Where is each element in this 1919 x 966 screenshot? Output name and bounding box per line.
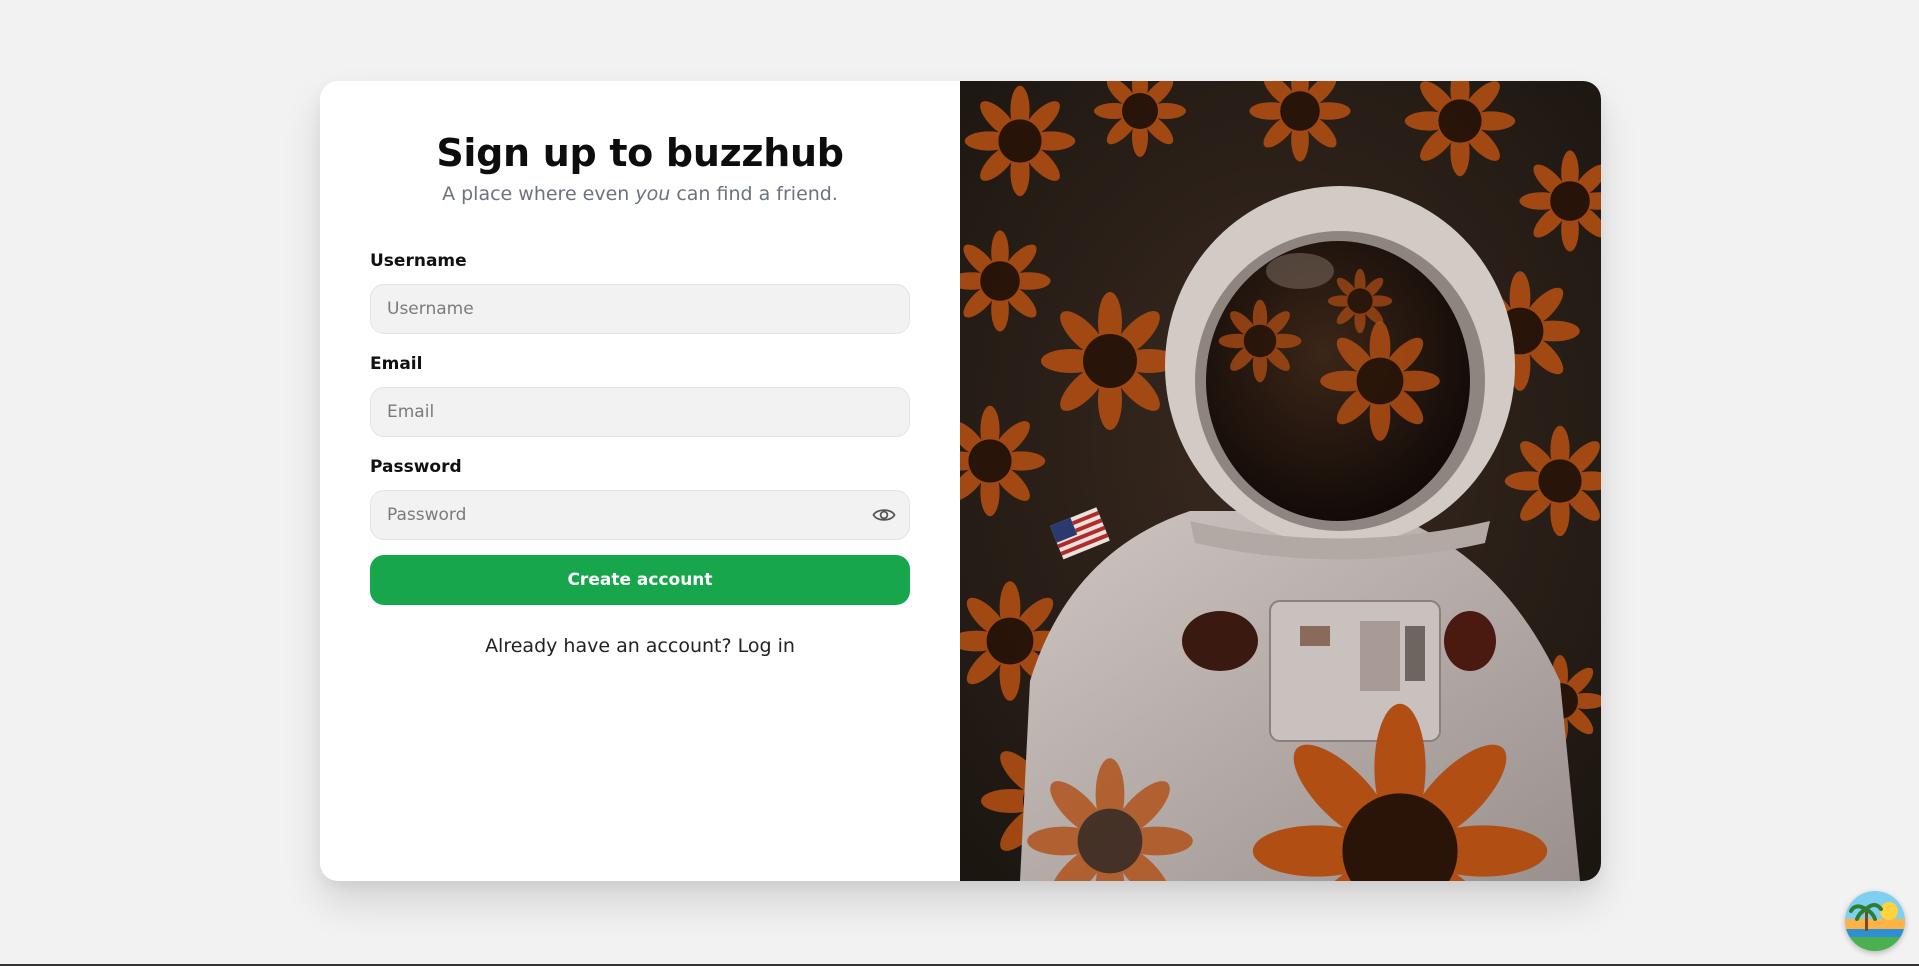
- hero-image: [960, 81, 1601, 881]
- username-field-wrap: [370, 284, 910, 334]
- subtitle-after: can find a friend.: [670, 183, 838, 205]
- email-label: Email: [370, 354, 423, 374]
- signup-form-pane: Sign up to buzzhub A place where even yo…: [320, 81, 960, 881]
- page-title: Sign up to buzzhub: [436, 131, 844, 175]
- login-prompt-text: Already have an account?: [485, 635, 738, 657]
- login-prompt: Already have an account? Log in: [370, 635, 910, 657]
- heading: Sign up to buzzhub A place where even yo…: [370, 131, 910, 205]
- eye-icon[interactable]: [872, 505, 896, 525]
- subtitle-emphasis: you: [635, 183, 671, 205]
- password-field-wrap: [370, 490, 910, 540]
- island-sunset-logo-icon[interactable]: [1845, 891, 1905, 951]
- page-subtitle: A place where even you can find a friend…: [370, 183, 910, 205]
- username-label: Username: [370, 251, 467, 271]
- username-input[interactable]: [370, 284, 910, 334]
- signup-form: Username Email Password: [370, 251, 910, 605]
- password-label: Password: [370, 457, 462, 477]
- signup-card: Sign up to buzzhub A place where even yo…: [320, 81, 1601, 881]
- page: Sign up to buzzhub A place where even yo…: [0, 0, 1919, 966]
- subtitle-before: A place where even: [442, 183, 636, 205]
- login-link[interactable]: Log in: [738, 635, 795, 657]
- email-field-wrap: [370, 387, 910, 437]
- astronaut-sunflowers-illustration: [960, 81, 1601, 881]
- email-input[interactable]: [370, 387, 910, 437]
- password-input[interactable]: [370, 490, 910, 540]
- create-account-button[interactable]: Create account: [370, 555, 910, 605]
